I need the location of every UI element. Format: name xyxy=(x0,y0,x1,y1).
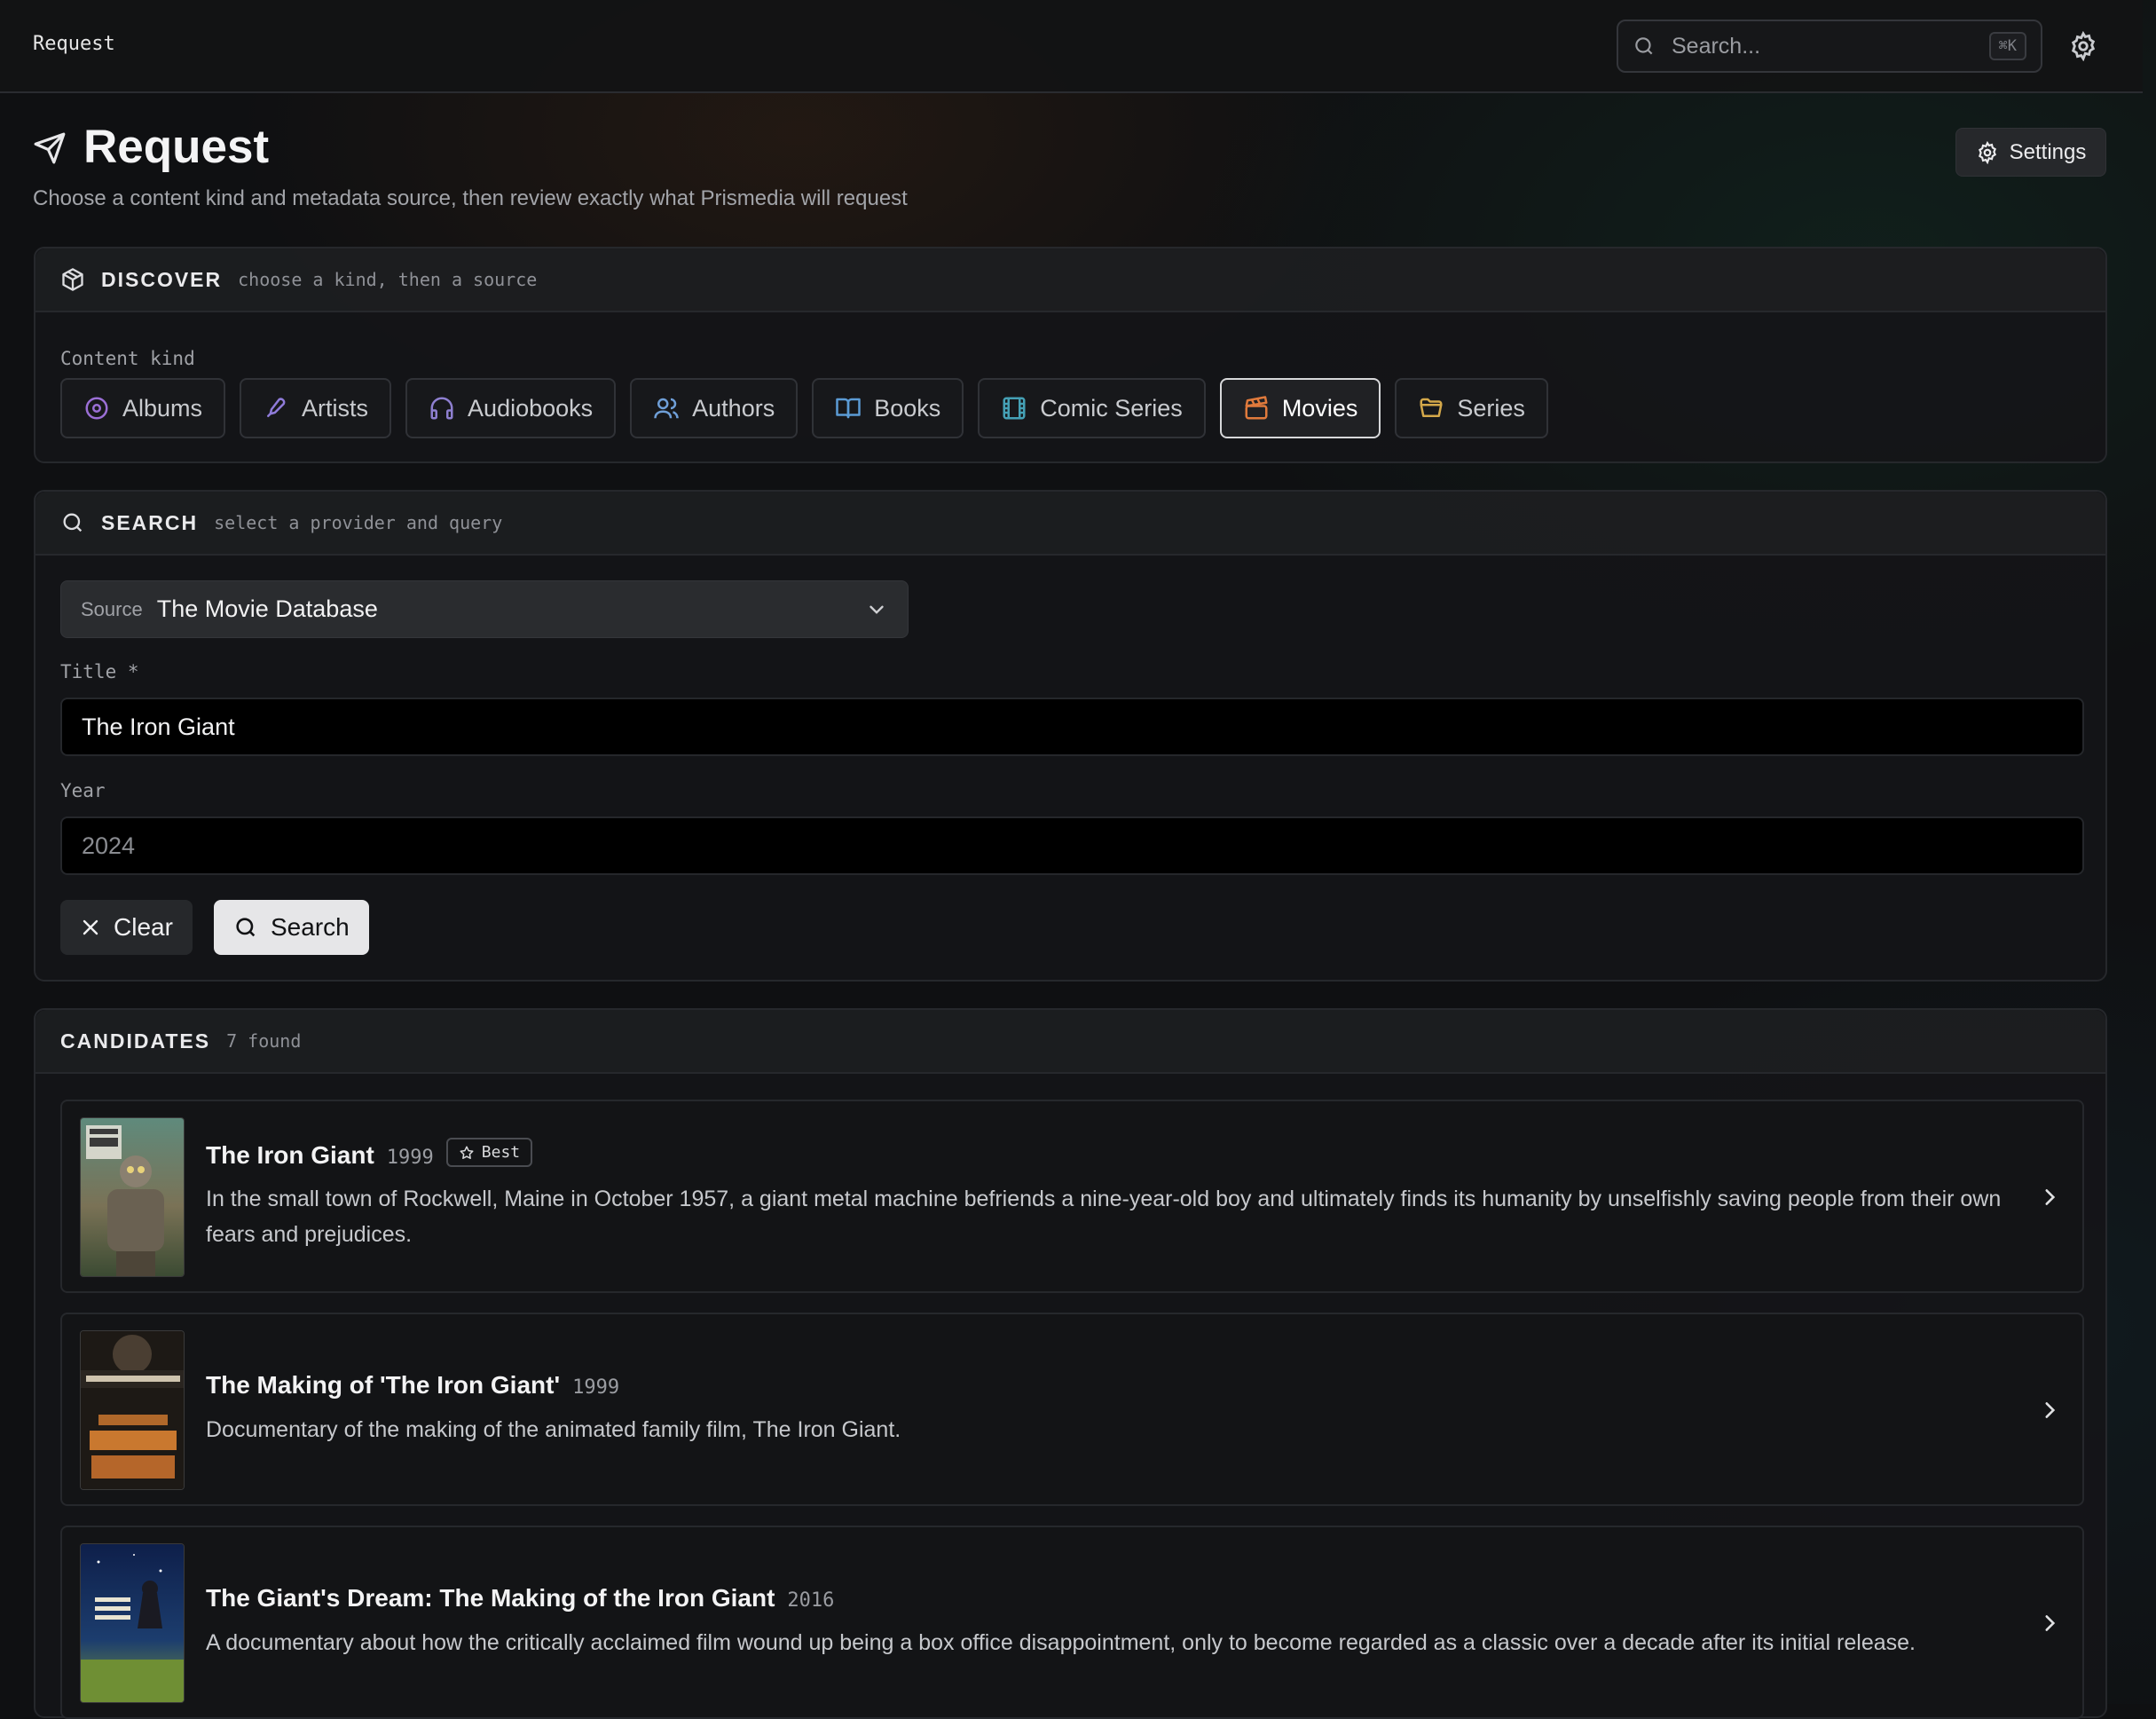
send-icon xyxy=(34,132,66,164)
candidate-title: The Iron Giant 1999 Best xyxy=(206,1138,533,1170)
search-title: SEARCH xyxy=(101,510,199,534)
shortcut-hint: ⌘K xyxy=(1988,32,2026,60)
content-kind-list: Albums Artists Audiobooks Authors Books … xyxy=(60,378,1548,438)
kind-audiobooks[interactable]: Audiobooks xyxy=(405,378,617,438)
candidate-item[interactable]: The Iron Giant 1999 Best In the small to… xyxy=(60,1100,2084,1293)
candidate-name: The Giant's Dream: The Making of the Iro… xyxy=(206,1584,775,1612)
title-input[interactable]: The Iron Giant xyxy=(60,698,2084,756)
kind-artists[interactable]: Artists xyxy=(240,378,392,438)
folder-icon xyxy=(1420,398,1443,417)
discover-panel: DISCOVER choose a kind, then a source Co… xyxy=(34,247,2107,463)
chevron-right-icon[interactable] xyxy=(2038,1612,2061,1635)
kind-label: Comic Series xyxy=(1040,394,1183,422)
global-search-input[interactable]: Search... ⌘K xyxy=(1617,20,2042,73)
gear-icon xyxy=(1978,140,1996,164)
search-panel: SEARCH select a provider and query Sourc… xyxy=(34,490,2107,982)
film-strip-icon xyxy=(1003,397,1026,420)
title-label: Title * xyxy=(60,661,139,682)
clear-button[interactable]: Clear xyxy=(60,900,193,955)
kind-label: Authors xyxy=(692,394,775,422)
year-placeholder: 2024 xyxy=(82,832,136,859)
source-label: Source xyxy=(81,597,143,620)
clear-label: Clear xyxy=(114,913,173,941)
kind-label: Series xyxy=(1457,394,1525,422)
candidates-title: CANDIDATES xyxy=(60,1029,211,1053)
clapperboard-icon xyxy=(1245,396,1268,420)
discover-hint: choose a kind, then a source xyxy=(238,269,538,290)
kind-label: Audiobooks xyxy=(468,394,594,422)
chevron-right-icon[interactable] xyxy=(2038,1186,2061,1209)
top-bar: Request Search... ⌘K xyxy=(0,0,2143,93)
chevron-right-icon[interactable] xyxy=(2038,1399,2061,1422)
users-icon xyxy=(654,398,679,419)
candidate-name: The Making of 'The Iron Giant' xyxy=(206,1371,561,1399)
page-subtitle: Choose a content kind and metadata sourc… xyxy=(33,186,908,210)
candidate-year: 1999 xyxy=(386,1146,434,1169)
candidates-header: CANDIDATES 7 found xyxy=(35,1010,2105,1074)
discover-title: DISCOVER xyxy=(101,267,223,291)
kind-authors[interactable]: Authors xyxy=(630,378,799,438)
candidate-description: In the small town of Rockwell, Maine in … xyxy=(206,1187,2002,1247)
discover-header: DISCOVER choose a kind, then a source xyxy=(35,248,2105,312)
search-icon xyxy=(1635,37,1653,55)
kind-series[interactable]: Series xyxy=(1395,378,1548,438)
candidate-year: 1999 xyxy=(572,1376,620,1399)
search-button[interactable]: Search xyxy=(214,900,369,955)
candidate-description: A documentary about how the critically a… xyxy=(206,1630,1916,1655)
headphones-icon xyxy=(430,397,453,420)
package-icon xyxy=(62,268,83,291)
candidate-title: The Making of 'The Iron Giant' 1999 xyxy=(206,1371,619,1400)
poster-image xyxy=(80,1330,185,1490)
candidates-count: 7 found xyxy=(226,1030,302,1052)
page-title: Request xyxy=(83,121,270,173)
search-icon xyxy=(63,513,83,532)
candidate-title: The Giant's Dream: The Making of the Iro… xyxy=(206,1584,834,1613)
search-icon xyxy=(236,918,256,937)
candidate-name: The Iron Giant xyxy=(206,1140,374,1169)
candidate-description: Documentary of the making of the animate… xyxy=(206,1417,901,1442)
candidate-item[interactable]: The Giant's Dream: The Making of the Iro… xyxy=(60,1526,2084,1719)
settings-label: Settings xyxy=(2009,139,2087,164)
search-hint: select a provider and query xyxy=(214,512,503,533)
poster-image xyxy=(80,1543,185,1703)
global-search-placeholder: Search... xyxy=(1672,33,1761,59)
poster-image xyxy=(80,1117,185,1277)
kind-movies[interactable]: Movies xyxy=(1219,378,1381,438)
mic-icon xyxy=(267,398,286,417)
settings-button[interactable]: Settings xyxy=(1955,128,2106,177)
year-label: Year xyxy=(60,780,106,801)
search-header: SEARCH select a provider and query xyxy=(35,492,2105,556)
book-icon xyxy=(836,398,861,419)
kind-label: Albums xyxy=(122,394,203,422)
search-label: Search xyxy=(271,913,350,941)
candidate-item[interactable]: The Making of 'The Iron Giant' 1999 Docu… xyxy=(60,1313,2084,1506)
chevron-down-icon xyxy=(869,605,884,614)
gear-icon[interactable] xyxy=(2068,31,2098,61)
kind-albums[interactable]: Albums xyxy=(60,378,226,438)
best-badge: Best xyxy=(445,1138,533,1167)
kind-label: Movies xyxy=(1281,394,1358,422)
content-kind-label: Content kind xyxy=(60,348,195,369)
kind-label: Books xyxy=(874,394,941,422)
best-label: Best xyxy=(481,1143,521,1162)
year-input[interactable]: 2024 xyxy=(60,816,2084,875)
title-value: The Iron Giant xyxy=(82,713,235,740)
kind-comic-series[interactable]: Comic Series xyxy=(978,378,1206,438)
source-value: The Movie Database xyxy=(156,595,378,622)
candidates-panel: CANDIDATES 7 found The Iron Giant 1999 B… xyxy=(34,1008,2107,1719)
close-icon xyxy=(83,919,98,935)
candidate-year: 2016 xyxy=(787,1589,835,1612)
star-icon xyxy=(460,1146,474,1159)
disc-icon xyxy=(85,397,108,420)
breadcrumb[interactable]: Request xyxy=(33,33,115,55)
kind-label: Artists xyxy=(302,394,369,422)
kind-books[interactable]: Books xyxy=(812,378,964,438)
source-select[interactable]: Source The Movie Database xyxy=(60,580,909,638)
